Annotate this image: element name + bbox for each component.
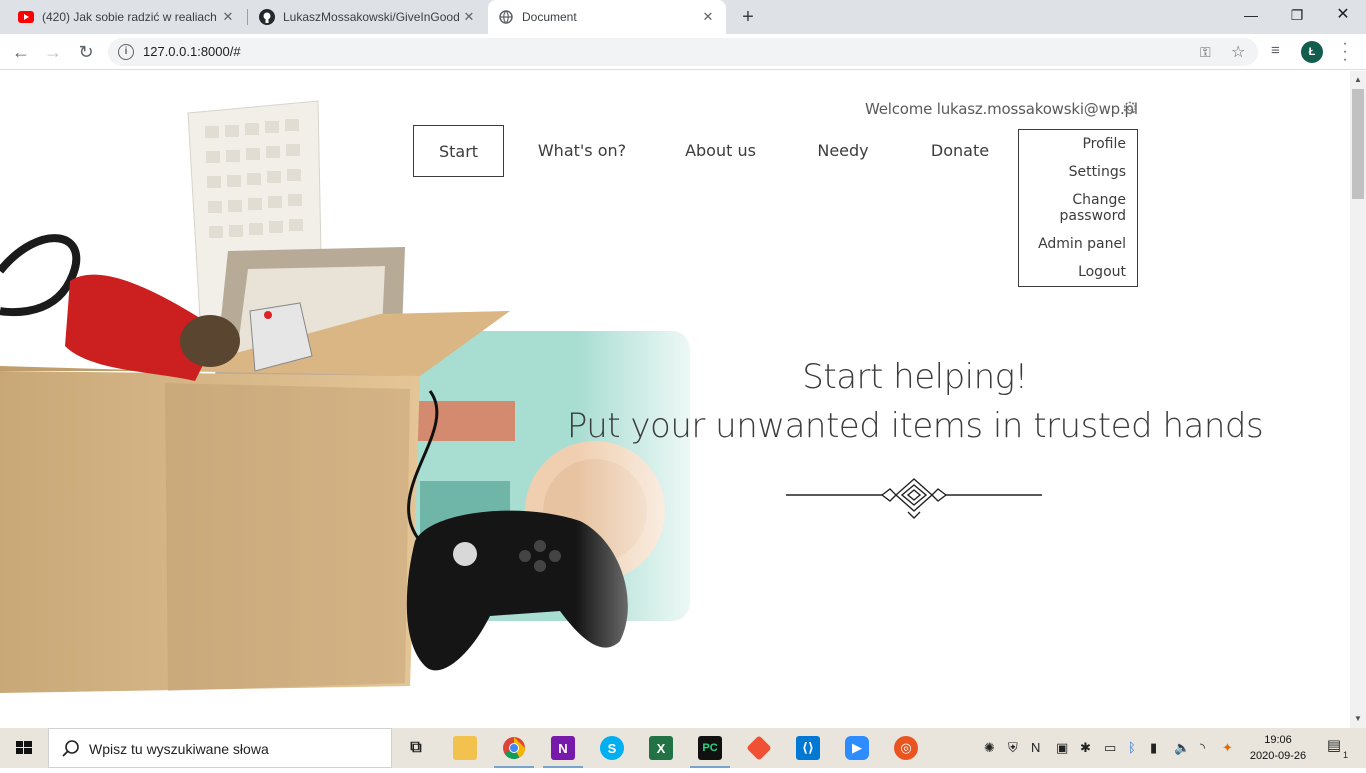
monitor-icon[interactable]: ▭ [1104, 740, 1116, 756]
chrome-menu-icon[interactable]: · · · [1340, 36, 1350, 68]
menu-change-password[interactable]: Change password [1036, 192, 1126, 224]
tray-flag-icon[interactable]: ✦ [1222, 740, 1233, 756]
browser-toolbar: ← → ↻ i 127.0.0.1:8000/# ⚿ ☆ ≡ Ł · · · [0, 34, 1366, 70]
skype-icon[interactable]: S [588, 728, 636, 768]
close-window-button[interactable]: ✕ [1320, 0, 1366, 30]
browser-tab-bar: (420) Jak sobie radzić w realiach ( ✕ Lu… [0, 0, 1366, 34]
scroll-thumb[interactable] [1352, 89, 1364, 199]
office-tray-icon[interactable]: ▣ [1056, 740, 1068, 756]
task-view-icon[interactable]: ⧉ [392, 728, 440, 768]
hero-title: Start helping! [802, 357, 1028, 397]
star-icon[interactable]: ☆ [1231, 42, 1245, 62]
page-viewport: Welcome lukasz.mossakowski@wp.pl Start W… [0, 71, 1350, 728]
chrome-icon[interactable] [490, 728, 538, 768]
clock-time: 19:06 [1264, 734, 1292, 746]
user-menu: Profile Settings Change password Admin p… [1018, 129, 1138, 287]
vscode-icon[interactable]: ⟨⟩ [784, 728, 832, 768]
menu-logout[interactable]: Logout [1078, 264, 1126, 280]
tab-youtube[interactable]: (420) Jak sobie radzić w realiach ( ✕ [8, 0, 246, 34]
scroll-up-icon[interactable]: ▲ [1354, 75, 1362, 84]
excel-icon[interactable]: X [637, 728, 685, 768]
start-button[interactable] [0, 728, 48, 768]
forward-button[interactable]: → [41, 40, 65, 64]
minimize-button[interactable]: — [1228, 0, 1274, 30]
search-placeholder[interactable]: Wpisz tu wyszukiwane słowa [89, 741, 269, 757]
file-explorer-icon[interactable] [441, 728, 489, 768]
scroll-down-icon[interactable]: ▼ [1354, 714, 1362, 723]
tray-bug-icon[interactable]: ✺ [984, 740, 995, 756]
menu-profile[interactable]: Profile [1082, 136, 1126, 152]
windows-icon [16, 741, 32, 754]
tab-github[interactable]: LukaszMossakowski/GiveInGood ✕ [249, 0, 487, 34]
media-control-icon[interactable]: ≡ [1271, 42, 1280, 59]
nav-donate[interactable]: Donate [920, 125, 1000, 177]
clock-date: 2020-09-26 [1249, 750, 1307, 762]
avatar[interactable]: Ł [1301, 41, 1323, 63]
tab-document[interactable]: Document ✕ [488, 0, 726, 34]
clock[interactable]: 19:06 2020-09-26 [1238, 732, 1318, 764]
menu-admin-panel[interactable]: Admin panel [1038, 236, 1126, 252]
key-icon[interactable]: ⚿ [1200, 44, 1211, 61]
decoration-ornament [786, 478, 1042, 519]
welcome-text: Welcome lukasz.mossakowski@wp.pl [865, 100, 1138, 118]
shield-icon[interactable]: ⛨ [1008, 740, 1018, 756]
tab-separator [247, 9, 248, 25]
back-button[interactable]: ← [9, 40, 33, 64]
windows-taskbar: Wpisz tu wyszukiwane słowa ⧉ N S X PC ⟨⟩… [0, 728, 1366, 768]
youtube-icon [18, 9, 34, 25]
tray-star-icon[interactable]: ✱ [1080, 740, 1091, 756]
url-text[interactable]: 127.0.0.1:8000/# [143, 44, 241, 59]
search-icon [62, 740, 79, 757]
globe-icon [498, 9, 514, 25]
git-icon[interactable] [735, 728, 783, 768]
restore-button[interactable]: ❐ [1274, 0, 1320, 30]
volume-icon[interactable]: 🔈 [1174, 740, 1190, 756]
close-tab-icon[interactable]: ✕ [700, 9, 716, 25]
battery-icon[interactable]: ▮ [1150, 740, 1157, 756]
onenote-icon[interactable]: N [539, 728, 587, 768]
nav-about-us[interactable]: About us [674, 125, 767, 177]
nav-needy[interactable]: Needy [807, 125, 879, 177]
zoom-icon[interactable]: ▶ [833, 728, 881, 768]
reload-button[interactable]: ↻ [74, 40, 98, 64]
hero-subtitle: Put your unwanted items in trusted hands [566, 406, 1264, 446]
menu-settings[interactable]: Settings [1069, 164, 1126, 180]
pycharm-icon[interactable]: PC [686, 728, 734, 768]
info-icon[interactable]: i [118, 44, 134, 60]
notification-center[interactable]: ▤ 1 [1322, 736, 1348, 760]
address-bar[interactable]: i 127.0.0.1:8000/# ⚿ ☆ [108, 38, 1258, 66]
bluetooth-icon[interactable]: ᛒ [1128, 740, 1136, 755]
wifi-icon[interactable]: ◝ [1200, 740, 1205, 756]
onenote-tray-icon[interactable]: N [1031, 740, 1040, 755]
notification-count: 1 [1342, 750, 1348, 760]
nav-start[interactable]: Start [413, 125, 504, 177]
close-tab-icon[interactable]: ✕ [220, 9, 236, 25]
nav-whats-on[interactable]: What's on? [530, 125, 634, 177]
new-tab-button[interactable]: + [738, 5, 758, 29]
gear-icon[interactable] [1122, 100, 1138, 116]
taskbar-search[interactable]: Wpisz tu wyszukiwane słowa [48, 728, 392, 768]
ubuntu-icon[interactable]: ◎ [882, 728, 930, 768]
page-scrollbar[interactable]: ▲ ▼ [1350, 71, 1366, 728]
notification-icon: ▤ [1326, 737, 1342, 754]
close-tab-icon[interactable]: ✕ [461, 9, 477, 25]
github-icon [259, 9, 275, 25]
